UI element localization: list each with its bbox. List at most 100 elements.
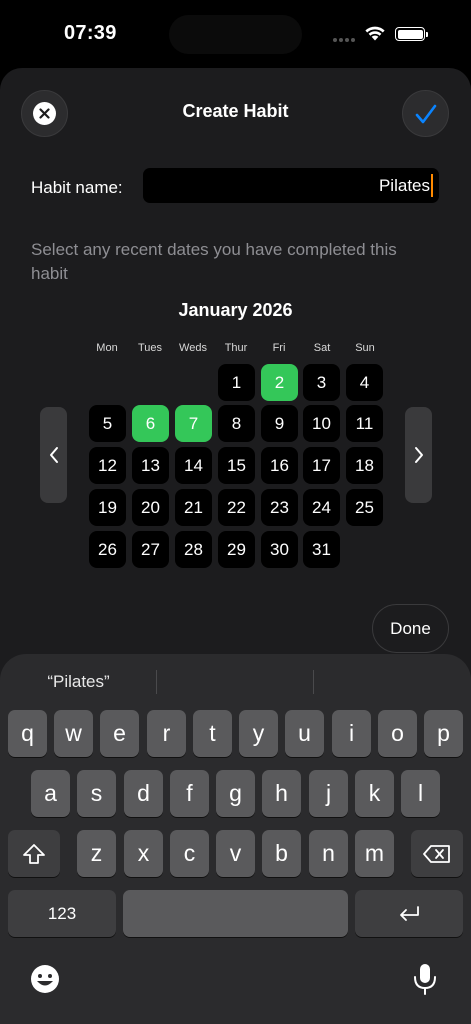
predictive-bar: “Pilates” [0, 668, 471, 696]
calendar-day[interactable]: 25 [346, 489, 383, 526]
habit-name-input[interactable] [143, 168, 439, 203]
shift-icon [23, 843, 45, 864]
microphone-icon[interactable] [412, 962, 438, 996]
calendar-day[interactable]: 23 [261, 489, 298, 526]
calendar-day[interactable]: 16 [261, 447, 298, 484]
calendar-day[interactable]: 27 [132, 531, 169, 568]
calendar-day[interactable]: 9 [261, 405, 298, 442]
delete-key[interactable] [411, 830, 463, 877]
key-x[interactable]: x [124, 830, 163, 877]
key-o[interactable]: o [378, 710, 417, 757]
suggestion-divider [313, 670, 314, 694]
calendar-day[interactable]: 6 [132, 405, 169, 442]
weekday-label: Weds [179, 342, 207, 354]
calendar-day[interactable]: 20 [132, 489, 169, 526]
suggestion-divider [156, 670, 157, 694]
return-key[interactable] [355, 890, 463, 937]
key-k[interactable]: k [355, 770, 394, 817]
calendar-day[interactable]: 22 [218, 489, 255, 526]
key-z[interactable]: z [77, 830, 116, 877]
create-habit-sheet: Create Habit Habit name: Select any rece… [0, 68, 471, 688]
delete-backward-icon [423, 844, 450, 863]
calendar-day[interactable]: 24 [303, 489, 340, 526]
done-button[interactable]: Done [372, 604, 449, 653]
calendar-day[interactable]: 14 [175, 447, 212, 484]
calendar-day[interactable]: 29 [218, 531, 255, 568]
status-bar: 07:39 [0, 0, 471, 66]
calendar-day[interactable]: 8 [218, 405, 255, 442]
space-key[interactable] [123, 890, 348, 937]
status-time: 07:39 [64, 22, 117, 44]
dynamic-island [169, 15, 302, 54]
calendar-day[interactable]: 11 [346, 405, 383, 442]
habit-name-label: Habit name: [31, 178, 123, 197]
keyboard: “Pilates” qwertyuiop asdfghjkl zxcvbnm 123 [0, 654, 471, 1024]
previous-month-button[interactable] [40, 407, 67, 503]
key-e[interactable]: e [100, 710, 139, 757]
key-u[interactable]: u [285, 710, 324, 757]
key-g[interactable]: g [216, 770, 255, 817]
checkmark-icon [415, 104, 436, 123]
calendar-day[interactable]: 10 [303, 405, 340, 442]
key-a[interactable]: a [31, 770, 70, 817]
cellular-signal-icon [333, 38, 355, 42]
key-m[interactable]: m [355, 830, 394, 877]
text-cursor [431, 174, 433, 197]
key-s[interactable]: s [77, 770, 116, 817]
calendar-day[interactable]: 31 [303, 531, 340, 568]
suggestion-item[interactable]: “Pilates” [0, 672, 157, 692]
calendar-day[interactable]: 21 [175, 489, 212, 526]
key-y[interactable]: y [239, 710, 278, 757]
key-t[interactable]: t [193, 710, 232, 757]
calendar-day[interactable]: 26 [89, 531, 126, 568]
calendar-day[interactable]: 13 [132, 447, 169, 484]
emoji-icon[interactable] [28, 962, 62, 996]
calendar-day[interactable]: 3 [303, 364, 340, 401]
calendar-day[interactable]: 17 [303, 447, 340, 484]
numbers-key-label: 123 [47, 903, 77, 923]
key-p[interactable]: p [424, 710, 463, 757]
key-c[interactable]: c [170, 830, 209, 877]
weekday-label: Fri [272, 342, 286, 354]
key-h[interactable]: h [262, 770, 301, 817]
calendar-day[interactable]: 2 [261, 364, 298, 401]
calendar-day[interactable]: 15 [218, 447, 255, 484]
key-i[interactable]: i [332, 710, 371, 757]
weekday-label: Mon [96, 342, 118, 354]
shift-key[interactable] [8, 830, 60, 877]
calendar-day[interactable]: 7 [175, 405, 212, 442]
key-f[interactable]: f [170, 770, 209, 817]
weekday-label: Tues [137, 342, 163, 354]
calendar-day[interactable]: 4 [346, 364, 383, 401]
calendar-day[interactable]: 5 [89, 405, 126, 442]
key-n[interactable]: n [309, 830, 348, 877]
return-icon [400, 905, 419, 921]
key-q[interactable]: q [8, 710, 47, 757]
key-j[interactable]: j [309, 770, 348, 817]
key-w[interactable]: w [54, 710, 93, 757]
weekday-label: Thur [224, 342, 248, 354]
chevron-right-icon [414, 447, 423, 463]
calendar-day[interactable]: 30 [261, 531, 298, 568]
key-v[interactable]: v [216, 830, 255, 877]
calendar-day[interactable]: 28 [175, 531, 212, 568]
calendar-month-title: January 2026 [178, 300, 293, 320]
select-dates-hint: Select any recent dates you have complet… [31, 240, 397, 283]
confirm-button[interactable] [402, 90, 449, 137]
key-d[interactable]: d [124, 770, 163, 817]
calendar-day[interactable]: 12 [89, 447, 126, 484]
key-r[interactable]: r [147, 710, 186, 757]
calendar-day[interactable]: 1 [218, 364, 255, 401]
chevron-left-icon [49, 447, 58, 463]
numbers-key[interactable]: 123 [8, 890, 116, 937]
next-month-button[interactable] [405, 407, 432, 503]
key-b[interactable]: b [262, 830, 301, 877]
sheet-title: Create Habit [182, 101, 289, 121]
wifi-icon [365, 26, 385, 41]
weekday-label: Sat [313, 342, 331, 354]
calendar-day[interactable]: 18 [346, 447, 383, 484]
battery-icon [395, 27, 428, 41]
weekday-label: Sun [355, 342, 375, 354]
calendar-day[interactable]: 19 [89, 489, 126, 526]
key-l[interactable]: l [401, 770, 440, 817]
